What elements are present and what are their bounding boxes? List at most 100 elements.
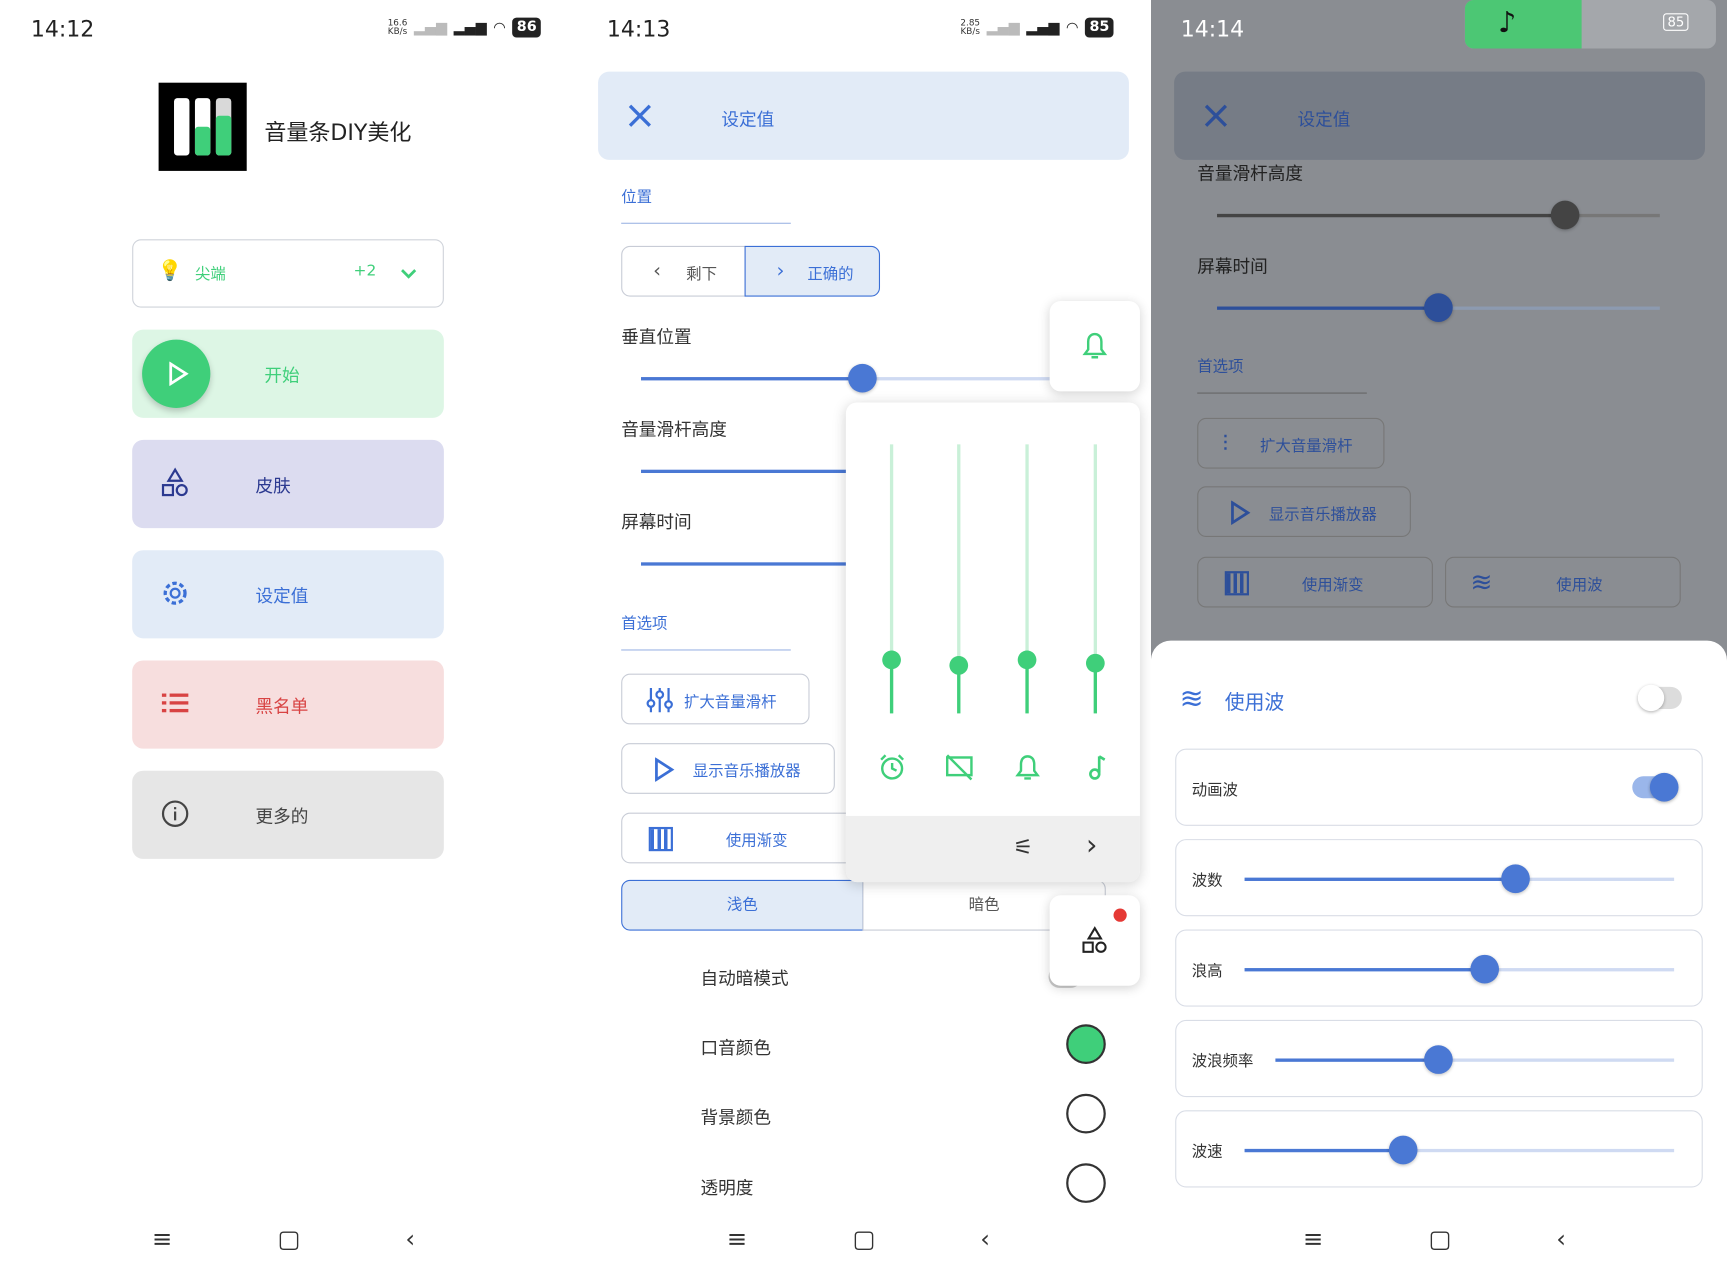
waves-icon: ≋ bbox=[1470, 566, 1493, 598]
slider-knob[interactable] bbox=[1424, 293, 1453, 322]
status-time: 14:14 bbox=[1180, 15, 1245, 42]
slider-knob[interactable] bbox=[1550, 200, 1580, 230]
tip-selector[interactable]: 💡 尖端 +2 bbox=[132, 239, 444, 308]
slider-knob[interactable] bbox=[1470, 954, 1500, 984]
use-gradient-button[interactable]: 使用渐变 bbox=[1197, 556, 1433, 608]
wave-setting-card: 浪高 bbox=[1175, 929, 1703, 1007]
overlay-slider-knob[interactable] bbox=[1017, 650, 1037, 670]
waves-icon: ≋ bbox=[1179, 682, 1204, 716]
overlay-volume-slider[interactable] bbox=[1085, 444, 1105, 714]
chevron-down-icon bbox=[401, 269, 417, 279]
back-nav-icon[interactable]: ‹ bbox=[405, 1226, 415, 1254]
home-nav-icon[interactable]: ▢ bbox=[1429, 1226, 1452, 1254]
prefs-section-title: 首选项 bbox=[1197, 358, 1244, 376]
wave-setting-slider[interactable] bbox=[1244, 954, 1675, 984]
play-icon[interactable] bbox=[142, 339, 211, 408]
slider-knob[interactable] bbox=[1388, 1135, 1418, 1165]
seg-left-button[interactable]: ‹ 剩下 bbox=[621, 245, 746, 297]
overlay-slider-knob[interactable] bbox=[1085, 653, 1105, 673]
accent-color-swatch[interactable] bbox=[1066, 1024, 1106, 1064]
gear-icon bbox=[163, 581, 187, 605]
status-bar-icons: 2.85 KB/s ▂▄▆ ▂▄▆ ◠ 85 bbox=[960, 17, 1114, 38]
menu-nav-icon[interactable]: ≡ bbox=[1303, 1226, 1323, 1254]
screen-time-slider[interactable] bbox=[1217, 293, 1660, 322]
overlay-skin-button[interactable] bbox=[1049, 895, 1140, 986]
net-speed: 16.6 KB/s bbox=[387, 17, 408, 37]
status-time: 14:13 bbox=[606, 15, 671, 42]
chevron-right-icon[interactable]: › bbox=[1086, 829, 1097, 862]
slider-fill bbox=[1244, 877, 1516, 881]
menu-settings-label: 设定值 bbox=[255, 585, 309, 607]
close-icon[interactable] bbox=[627, 103, 653, 129]
overlay-slider-knob[interactable] bbox=[949, 656, 969, 675]
use-gradient-label: 使用渐变 bbox=[1301, 576, 1364, 595]
screen-time-label: 屏幕时间 bbox=[1197, 255, 1268, 277]
bell-icon bbox=[1082, 332, 1108, 359]
seg-right-button[interactable]: › 正确的 bbox=[744, 245, 881, 297]
cast-off-icon bbox=[945, 754, 973, 781]
theme-light-button[interactable]: 浅色 bbox=[621, 879, 864, 931]
music-notification-pill[interactable]: ♪ 85 bbox=[1464, 0, 1716, 49]
settings-header: 设定值 bbox=[1174, 71, 1705, 160]
lightbulb-icon: 💡 bbox=[157, 259, 183, 283]
overlay-volume-slider[interactable] bbox=[949, 444, 969, 714]
opacity-swatch[interactable] bbox=[1066, 1163, 1106, 1203]
wave-setting-card: 波速 bbox=[1175, 1110, 1703, 1188]
selector-extra-count: +2 bbox=[353, 262, 377, 281]
menu-settings[interactable]: 设定值 bbox=[132, 550, 444, 639]
music-note-icon: ♪ bbox=[1497, 6, 1517, 40]
signal-icon-2: ▂▄▆ bbox=[453, 19, 487, 36]
menu-nav-icon[interactable]: ≡ bbox=[727, 1226, 747, 1254]
selector-label: 尖端 bbox=[194, 265, 226, 284]
overlay-volume-slider[interactable] bbox=[882, 444, 901, 714]
vertical-position-slider[interactable] bbox=[641, 363, 1093, 393]
play-icon bbox=[1231, 500, 1251, 525]
position-section-title: 位置 bbox=[621, 188, 653, 207]
wave-setting-slider[interactable] bbox=[1244, 1135, 1675, 1165]
overlay-bell-button[interactable] bbox=[1049, 301, 1140, 392]
wave-setting-card: 波数 bbox=[1175, 839, 1703, 917]
slider-knob[interactable] bbox=[1424, 1045, 1453, 1074]
status-time: 14:12 bbox=[30, 15, 95, 42]
use-wave-toggle[interactable] bbox=[1637, 684, 1682, 712]
home-nav-icon[interactable]: ▢ bbox=[278, 1226, 301, 1254]
slider-knob[interactable] bbox=[848, 363, 877, 393]
bg-color-swatch[interactable] bbox=[1066, 1093, 1106, 1134]
expand-slider-button[interactable]: 扩大音量滑杆 bbox=[621, 673, 810, 725]
sheet-title: 使用波 bbox=[1224, 691, 1285, 715]
wave-setting-slider[interactable] bbox=[1244, 864, 1675, 894]
show-music-player-button[interactable]: 显示音乐播放器 bbox=[621, 743, 835, 794]
slider-height-slider[interactable] bbox=[1217, 200, 1660, 230]
opacity-label: 透明度 bbox=[700, 1177, 754, 1199]
shapes-icon bbox=[161, 467, 188, 497]
signal-icon: ▂▄▆ bbox=[986, 19, 1020, 36]
close-icon[interactable] bbox=[1203, 103, 1229, 129]
home-screen: 14:12 16.6 KB/s ▂▄▆ ▂▄▆ ◠ 86 音量条DIY美化 💡 尖… bbox=[0, 0, 575, 1279]
tune-icon[interactable]: ⚟ bbox=[1013, 834, 1033, 860]
wave-settings-screen: 14:14 ♪ 85 设定值 音量滑杆高度 屏幕时间 首选项 ⫶ 扩大音量滑杆 … bbox=[1150, 0, 1727, 1279]
expand-slider-button[interactable]: ⫶ 扩大音量滑杆 bbox=[1197, 417, 1385, 469]
show-music-player-button[interactable]: 显示音乐播放器 bbox=[1197, 486, 1411, 537]
shapes-icon bbox=[1082, 926, 1107, 953]
menu-blacklist-label: 黑名单 bbox=[255, 695, 309, 717]
slider-knob[interactable] bbox=[1501, 864, 1530, 894]
tune-icon: ⫶ bbox=[1222, 430, 1229, 457]
menu-blacklist[interactable]: 黑名单 bbox=[132, 660, 444, 749]
status-bar-icons: 16.6 KB/s ▂▄▆ ▂▄▆ ◠ 86 bbox=[387, 17, 542, 38]
menu-start[interactable]: 开始 bbox=[132, 329, 444, 418]
use-wave-button[interactable]: ≋ 使用波 bbox=[1445, 556, 1681, 608]
menu-skin[interactable]: 皮肤 bbox=[132, 439, 444, 529]
animated-wave-toggle[interactable] bbox=[1632, 772, 1679, 802]
expand-slider-label: 扩大音量滑杆 bbox=[1260, 437, 1353, 456]
overlay-slider-knob[interactable] bbox=[882, 650, 901, 670]
overlay-volume-slider[interactable] bbox=[1017, 444, 1037, 714]
back-nav-icon[interactable]: ‹ bbox=[980, 1226, 990, 1254]
seg-left-label: 剩下 bbox=[686, 265, 718, 284]
wave-setting-slider[interactable] bbox=[1275, 1045, 1675, 1074]
menu-nav-icon[interactable]: ≡ bbox=[152, 1226, 172, 1254]
menu-more[interactable]: 更多的 bbox=[132, 770, 444, 859]
seg-right-label: 正确的 bbox=[807, 265, 854, 284]
chevron-right-icon: › bbox=[776, 259, 785, 283]
home-nav-icon[interactable]: ▢ bbox=[852, 1226, 875, 1254]
back-nav-icon[interactable]: ‹ bbox=[1556, 1226, 1566, 1254]
